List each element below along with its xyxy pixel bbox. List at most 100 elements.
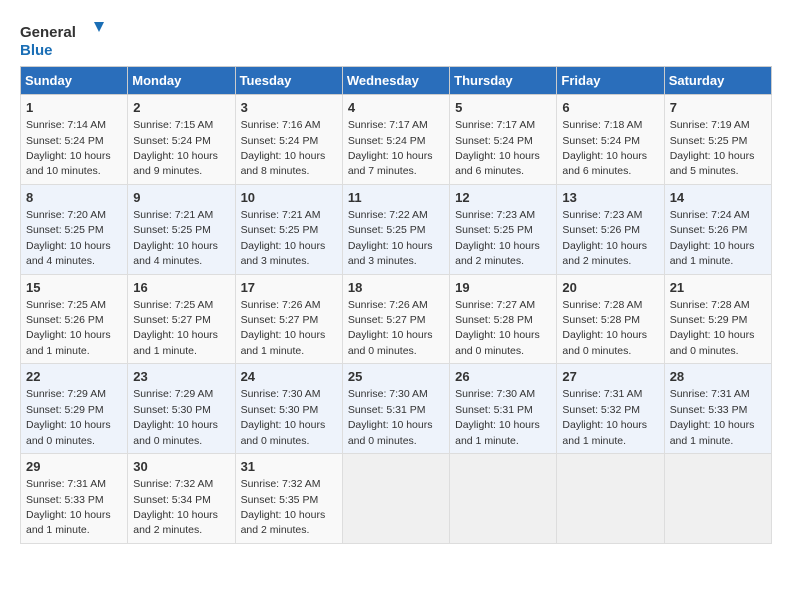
- table-row: 18 Sunrise: 7:26 AM Sunset: 5:27 PM Dayligh…: [342, 274, 449, 364]
- day-detail: Daylight: 10 hours and 0 minutes.: [241, 419, 326, 446]
- table-row: 13Sunrise: 7:23 AMSunset: 5:26 PMDayligh…: [557, 184, 664, 274]
- day-number: 8: [26, 189, 122, 207]
- day-detail: Sunrise: 7:32 AM: [241, 478, 321, 490]
- day-detail: Sunrise: 7:30 AM: [241, 388, 321, 400]
- day-detail: Sunrise: 7:14 AM: [26, 119, 106, 131]
- day-number: 27: [562, 368, 658, 386]
- table-row: 20Sunrise: 7:28 AMSunset: 5:28 PMDayligh…: [557, 274, 664, 364]
- table-row: 8Sunrise: 7:20 AMSunset: 5:25 PMDaylight…: [21, 184, 128, 274]
- day-detail: Sunrise: 7:28 AM: [670, 299, 750, 311]
- day-detail: Sunrise: 7:16 AM: [241, 119, 321, 131]
- day-number: 26: [455, 368, 551, 386]
- table-row: 25 Sunrise: 7:30 AM Sunset: 5:31 PM Dayligh…: [342, 364, 449, 454]
- day-detail: Daylight: 10 hours and 1 minute.: [26, 329, 111, 356]
- table-row: 9 Sunrise: 7:21 AM Sunset: 5:25 PM Daylight…: [128, 184, 235, 274]
- day-detail: Daylight: 10 hours and 3 minutes.: [348, 240, 433, 267]
- day-detail: Sunrise: 7:25 AM: [26, 299, 106, 311]
- day-detail: Sunrise: 7:17 AM: [348, 119, 428, 131]
- day-number: 5: [455, 99, 551, 117]
- day-number: 16: [133, 279, 229, 297]
- day-number: 20: [562, 279, 658, 297]
- day-detail: Sunset: 5:25 PM: [133, 224, 211, 236]
- day-detail: Daylight: 10 hours and 1 minute.: [562, 419, 647, 446]
- day-detail: Daylight: 10 hours and 4 minutes.: [133, 240, 218, 267]
- day-detail: Sunset: 5:28 PM: [455, 314, 533, 326]
- day-detail: Sunrise: 7:31 AM: [670, 388, 750, 400]
- day-detail: Sunrise: 7:15 AM: [133, 119, 213, 131]
- day-number: 30: [133, 458, 229, 476]
- day-detail: Sunset: 5:27 PM: [348, 314, 426, 326]
- table-row: 5Sunrise: 7:17 AMSunset: 5:24 PMDaylight…: [450, 95, 557, 185]
- page-header: General Blue: [20, 20, 772, 62]
- day-detail: Sunset: 5:26 PM: [26, 314, 104, 326]
- day-detail: Sunrise: 7:28 AM: [562, 299, 642, 311]
- day-number: 25: [348, 368, 444, 386]
- day-detail: Sunset: 5:33 PM: [670, 404, 748, 416]
- day-detail: Sunset: 5:25 PM: [670, 135, 748, 147]
- day-detail: Sunrise: 7:31 AM: [562, 388, 642, 400]
- table-row: 30Sunrise: 7:32 AMSunset: 5:34 PMDayligh…: [128, 454, 235, 544]
- table-row: 12Sunrise: 7:23 AMSunset: 5:25 PMDayligh…: [450, 184, 557, 274]
- day-number: 24: [241, 368, 337, 386]
- day-number: 21: [670, 279, 766, 297]
- day-detail: Daylight: 10 hours and 3 minutes.: [241, 240, 326, 267]
- day-detail: Sunrise: 7:29 AM: [26, 388, 106, 400]
- header-sunday: Sunday: [21, 67, 128, 95]
- table-row: 15 Sunrise: 7:25 AM Sunset: 5:26 PM Dayligh…: [21, 274, 128, 364]
- day-detail: Daylight: 10 hours and 6 minutes.: [562, 150, 647, 177]
- day-detail: Sunset: 5:24 PM: [562, 135, 640, 147]
- day-detail: Sunrise: 7:30 AM: [348, 388, 428, 400]
- day-detail: Sunset: 5:29 PM: [670, 314, 748, 326]
- table-row: 14Sunrise: 7:24 AMSunset: 5:26 PMDayligh…: [664, 184, 771, 274]
- day-detail: Daylight: 10 hours and 4 minutes.: [26, 240, 111, 267]
- day-detail: Daylight: 10 hours and 8 minutes.: [241, 150, 326, 177]
- table-row: 29Sunrise: 7:31 AMSunset: 5:33 PMDayligh…: [21, 454, 128, 544]
- table-row: 10Sunrise: 7:21 AMSunset: 5:25 PMDayligh…: [235, 184, 342, 274]
- day-detail: Daylight: 10 hours and 6 minutes.: [455, 150, 540, 177]
- day-detail: Sunset: 5:26 PM: [562, 224, 640, 236]
- table-row: 7Sunrise: 7:19 AMSunset: 5:25 PMDaylight…: [664, 95, 771, 185]
- header-saturday: Saturday: [664, 67, 771, 95]
- day-detail: Sunset: 5:25 PM: [455, 224, 533, 236]
- day-detail: Sunset: 5:24 PM: [241, 135, 319, 147]
- day-number: 9: [133, 189, 229, 207]
- day-detail: Daylight: 10 hours and 2 minutes.: [455, 240, 540, 267]
- day-number: 11: [348, 189, 444, 207]
- table-row: 23Sunrise: 7:29 AMSunset: 5:30 PMDayligh…: [128, 364, 235, 454]
- day-detail: Sunset: 5:29 PM: [26, 404, 104, 416]
- day-detail: Daylight: 10 hours and 1 minute.: [670, 240, 755, 267]
- day-detail: Sunset: 5:25 PM: [348, 224, 426, 236]
- day-detail: Daylight: 10 hours and 0 minutes.: [348, 329, 433, 356]
- table-row: 24 Sunrise: 7:30 AM Sunset: 5:30 PM Dayligh…: [235, 364, 342, 454]
- day-detail: Sunrise: 7:31 AM: [26, 478, 106, 490]
- day-detail: Sunset: 5:30 PM: [241, 404, 319, 416]
- day-detail: Daylight: 10 hours and 0 minutes.: [26, 419, 111, 446]
- day-detail: Sunset: 5:27 PM: [241, 314, 319, 326]
- table-row: 11Sunrise: 7:22 AMSunset: 5:25 PMDayligh…: [342, 184, 449, 274]
- day-number: 1: [26, 99, 122, 117]
- day-detail: Sunrise: 7:18 AM: [562, 119, 642, 131]
- day-detail: Sunset: 5:35 PM: [241, 494, 319, 506]
- day-detail: Sunrise: 7:21 AM: [133, 209, 213, 221]
- table-row: 2Sunrise: 7:15 AMSunset: 5:24 PMDaylight…: [128, 95, 235, 185]
- svg-text:General: General: [20, 24, 76, 41]
- day-number: 3: [241, 99, 337, 117]
- day-detail: Sunset: 5:32 PM: [562, 404, 640, 416]
- svg-text:Blue: Blue: [20, 42, 53, 59]
- day-number: 2: [133, 99, 229, 117]
- empty-cell: [557, 454, 664, 544]
- day-detail: Daylight: 10 hours and 7 minutes.: [348, 150, 433, 177]
- day-detail: Sunrise: 7:21 AM: [241, 209, 321, 221]
- day-number: 12: [455, 189, 551, 207]
- day-number: 15: [26, 279, 122, 297]
- day-detail: Sunrise: 7:26 AM: [348, 299, 428, 311]
- day-number: 18: [348, 279, 444, 297]
- day-detail: Sunrise: 7:26 AM: [241, 299, 321, 311]
- empty-cell: [450, 454, 557, 544]
- day-detail: Daylight: 10 hours and 2 minutes.: [133, 509, 218, 536]
- day-detail: Sunset: 5:31 PM: [348, 404, 426, 416]
- weekday-header-row: Sunday Monday Tuesday Wednesday Thursday…: [21, 67, 772, 95]
- empty-cell: [342, 454, 449, 544]
- day-detail: Daylight: 10 hours and 0 minutes.: [348, 419, 433, 446]
- table-row: 16Sunrise: 7:25 AMSunset: 5:27 PMDayligh…: [128, 274, 235, 364]
